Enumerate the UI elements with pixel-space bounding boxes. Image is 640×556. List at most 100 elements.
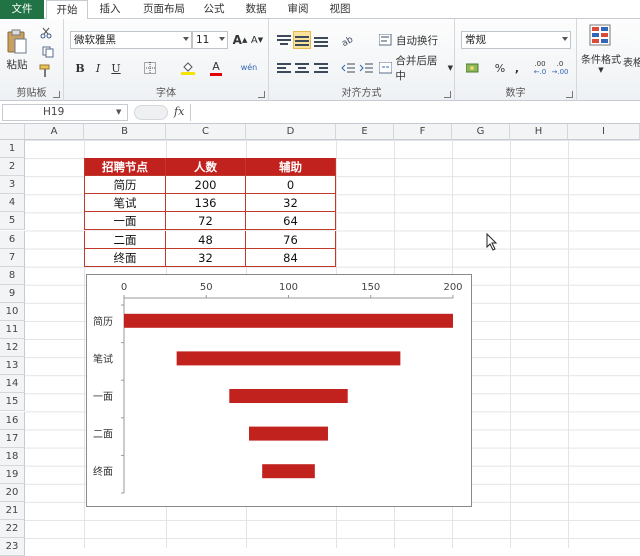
tab-formulas[interactable]: 公式: [198, 0, 230, 19]
align-center-button[interactable]: [293, 59, 311, 77]
table-cell[interactable]: 简历: [84, 176, 166, 195]
increase-indent-button[interactable]: [357, 59, 375, 77]
row-header-3[interactable]: 3: [0, 176, 25, 195]
borders-button[interactable]: [140, 59, 160, 77]
table-cell[interactable]: 二面: [84, 230, 166, 249]
align-bottom-button[interactable]: [312, 31, 330, 49]
clipboard-launcher[interactable]: [53, 91, 60, 98]
row-header-11[interactable]: 11: [0, 321, 25, 340]
table-cell[interactable]: 72: [166, 212, 246, 231]
table-cell[interactable]: 136: [166, 194, 246, 213]
row-header-17[interactable]: 17: [0, 429, 25, 448]
tab-home[interactable]: 开始: [46, 0, 88, 20]
funnel-chart[interactable]: 0 50 100 150 200 简历 笔试 一面 二面 终面: [86, 274, 472, 507]
table-cell[interactable]: 终面: [84, 248, 166, 267]
tab-page-layout[interactable]: 页面布局: [136, 0, 192, 19]
increase-decimal-button[interactable]: .00 ←.0: [531, 59, 549, 77]
table-cell[interactable]: 76: [246, 230, 336, 249]
cut-button[interactable]: [38, 25, 54, 41]
font-name-combo[interactable]: 微软雅黑: [70, 31, 192, 49]
table-cell[interactable]: 0: [246, 176, 336, 195]
row-header-14[interactable]: 14: [0, 375, 25, 394]
row-header-8[interactable]: 8: [0, 266, 25, 285]
align-top-button[interactable]: [275, 31, 293, 49]
row-header-23[interactable]: 23: [0, 538, 25, 556]
shrink-font-button[interactable]: A ▼: [249, 31, 265, 49]
row-header-5[interactable]: 5: [0, 212, 25, 231]
row-header-16[interactable]: 16: [0, 411, 25, 430]
row-header-22[interactable]: 22: [0, 520, 25, 539]
column-header-h[interactable]: H: [510, 124, 568, 140]
copy-button[interactable]: [38, 44, 60, 60]
row-header-6[interactable]: 6: [0, 230, 25, 249]
decrease-indent-button[interactable]: [339, 59, 357, 77]
chevron-down-icon[interactable]: ▼: [116, 108, 121, 116]
table-cell[interactable]: 一面: [84, 212, 166, 231]
table-cell[interactable]: 64: [246, 212, 336, 231]
row-header-10[interactable]: 10: [0, 302, 25, 321]
name-box[interactable]: H19: [2, 104, 128, 121]
phonetic-button[interactable]: wén: [238, 57, 260, 77]
align-right-button[interactable]: [312, 59, 330, 77]
column-header-i[interactable]: I: [568, 124, 640, 140]
orientation-button[interactable]: ab: [339, 31, 359, 49]
table-cell[interactable]: 32: [166, 248, 246, 267]
alignment-launcher[interactable]: [444, 91, 451, 98]
align-middle-button[interactable]: [293, 31, 311, 49]
number-format-combo[interactable]: 常规: [461, 31, 571, 49]
font-size-combo[interactable]: 11: [192, 31, 228, 49]
column-header-g[interactable]: G: [452, 124, 510, 140]
row-header-21[interactable]: 21: [0, 502, 25, 521]
table-cell[interactable]: 48: [166, 230, 246, 249]
row-header-2[interactable]: 2: [0, 158, 25, 177]
row-header-4[interactable]: 4: [0, 194, 25, 213]
paste-button[interactable]: 粘贴: [4, 25, 30, 75]
table-header-cell[interactable]: 人数: [166, 158, 246, 177]
font-launcher[interactable]: [258, 91, 265, 98]
table-cell[interactable]: 200: [166, 176, 246, 195]
underline-button[interactable]: U: [108, 59, 124, 77]
row-header-9[interactable]: 9: [0, 284, 25, 303]
number-launcher[interactable]: [566, 91, 573, 98]
row-header-20[interactable]: 20: [0, 483, 25, 502]
tab-insert[interactable]: 插入: [92, 0, 128, 19]
table-header-cell[interactable]: 招聘节点: [84, 158, 166, 177]
italic-button[interactable]: I: [90, 59, 106, 77]
column-header-c[interactable]: C: [166, 124, 246, 140]
row-header-15[interactable]: 15: [0, 393, 25, 412]
insert-function-icon[interactable]: fx: [174, 105, 184, 118]
column-header-a[interactable]: A: [25, 124, 84, 140]
row-header-1[interactable]: 1: [0, 140, 25, 159]
comma-button[interactable]: ,: [511, 59, 523, 77]
row-header-7[interactable]: 7: [0, 248, 25, 267]
bold-button[interactable]: B: [72, 59, 88, 77]
percent-button[interactable]: %: [493, 59, 507, 77]
decrease-decimal-button[interactable]: .0 →.00: [551, 59, 569, 77]
row-header-13[interactable]: 13: [0, 357, 25, 376]
tab-view[interactable]: 视图: [324, 0, 356, 19]
merge-center-button[interactable]: 合并后居中 ▼: [379, 55, 453, 82]
wrap-text-button[interactable]: 自动换行: [379, 31, 451, 49]
tab-file[interactable]: 文件: [0, 0, 44, 19]
tab-data[interactable]: 数据: [240, 0, 272, 19]
formula-input[interactable]: [190, 104, 638, 121]
select-all-corner[interactable]: [0, 124, 25, 140]
conditional-format-button[interactable]: 条件格式 ▼: [579, 23, 623, 83]
font-color-button[interactable]: A: [206, 59, 226, 77]
currency-button[interactable]: [463, 59, 485, 77]
table-header-cell[interactable]: 辅助: [246, 158, 336, 177]
row-header-18[interactable]: 18: [0, 447, 25, 466]
format-as-table-button[interactable]: 表格: [623, 53, 640, 69]
column-header-b[interactable]: B: [84, 124, 166, 140]
table-cell[interactable]: 84: [246, 248, 336, 267]
grow-font-button[interactable]: A ▲: [232, 31, 248, 49]
row-header-12[interactable]: 12: [0, 339, 25, 358]
fill-color-button[interactable]: [178, 59, 198, 77]
column-header-d[interactable]: D: [246, 124, 336, 140]
align-left-button[interactable]: [275, 59, 293, 77]
column-header-e[interactable]: E: [336, 124, 394, 140]
table-cell[interactable]: 32: [246, 194, 336, 213]
format-painter-button[interactable]: [38, 63, 54, 79]
tab-review[interactable]: 审阅: [282, 0, 314, 19]
table-cell[interactable]: 笔试: [84, 194, 166, 213]
